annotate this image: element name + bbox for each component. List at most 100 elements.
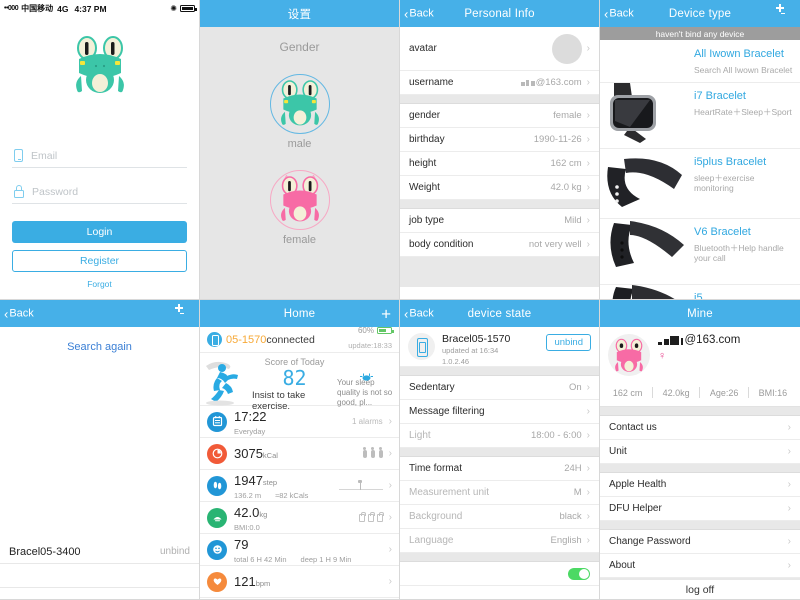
band-flat-icon [610, 220, 684, 267]
row-label: Background [409, 511, 463, 522]
login-form [12, 143, 187, 204]
panel-device-state: ‹ Back device state Bracel05-1570 update… [400, 300, 600, 600]
device-thumb [600, 148, 692, 218]
heart-icon [207, 571, 227, 592]
mine-profile-header[interactable]: @163.com ♀ [600, 327, 800, 380]
crab-icon [360, 368, 373, 381]
female-avatar-circle[interactable] [269, 170, 330, 230]
avatar[interactable] [551, 33, 582, 64]
row-value: 1990-11-26 [533, 134, 582, 145]
device-item-v6[interactable]: V6 Bracelet Bluetooth＋Help handle your c… [600, 218, 800, 285]
device-text: i7 Bracelet HeartRate＋Sleep＋Sport [692, 83, 800, 148]
found-device-row[interactable]: Bracel05-3400 unbind [0, 540, 199, 564]
unbind-label[interactable]: unbind [160, 546, 190, 557]
back-button[interactable]: ‹ Back [604, 7, 634, 20]
home-row-step[interactable]: 1947step 136.2 m ≈82 kCals › [200, 470, 399, 502]
row-background[interactable]: Background black › [400, 505, 599, 529]
row-username[interactable]: username @163.com › [400, 71, 599, 95]
device-item-all[interactable]: All Iwown Bracelet Search All Iwown Brac… [600, 40, 800, 83]
row-birthday[interactable]: birthday 1990-11-26 › [400, 128, 599, 152]
back-button[interactable]: ‹ Back [4, 307, 34, 320]
search-again-link[interactable]: Search again [0, 341, 199, 353]
scan-button[interactable] [175, 303, 192, 320]
device-thumb [600, 218, 692, 284]
chevron-right-icon: › [586, 486, 590, 498]
log-off-button[interactable]: log off [600, 580, 800, 599]
password-field-row[interactable] [12, 179, 187, 204]
home-row-calorie[interactable]: 3075kCal › [200, 438, 399, 470]
row-job-type[interactable]: job type Mild › [400, 209, 599, 233]
row-language[interactable]: Language English › [400, 529, 599, 553]
male-label: male [287, 138, 312, 150]
page-title: Mine [687, 307, 713, 320]
chevron-right-icon: › [586, 429, 590, 441]
chevron-left-icon: ‹ [404, 306, 409, 321]
home-row-sleep[interactable]: 79 total 6 H 42 Min deep 1 H 9 Min › [200, 534, 399, 566]
page-title: device state [467, 307, 532, 320]
chevron-right-icon: › [388, 512, 392, 523]
runner-icon [200, 356, 252, 406]
row-light[interactable]: Light 18:00 - 6:00 › [400, 424, 599, 448]
device-item-i7[interactable]: i7 Bracelet HeartRate＋Sleep＋Sport [600, 82, 800, 149]
gender-option-male[interactable]: male [269, 74, 330, 150]
battery-icon [377, 327, 394, 334]
mine-stats: 162 cm 42.0kg Age:26 BMI:16 [600, 380, 800, 407]
row-toggle-setting[interactable] [400, 562, 599, 586]
row-time-format[interactable]: Time format 24H › [400, 457, 599, 481]
username: @163.com [658, 334, 740, 346]
login-button[interactable]: Login [12, 221, 187, 243]
device-list: All Iwown Bracelet Search All Iwown Brac… [600, 40, 800, 299]
chevron-right-icon: › [586, 181, 590, 193]
row-message-filtering[interactable]: Message filtering › [400, 400, 599, 424]
back-button[interactable]: ‹ Back [404, 7, 434, 20]
row-measurement-unit[interactable]: Measurement unit M › [400, 481, 599, 505]
runner-figure-icon [206, 361, 238, 406]
row-dfu-helper[interactable]: DFU Helper › [600, 497, 800, 521]
step-calories: ≈82 kCals [275, 490, 309, 500]
panel-mine: Mine @163.com ♀ 162 cm 42.0kg Age:26 BMI… [600, 300, 800, 600]
back-label: Back [409, 7, 434, 20]
connection-bar[interactable]: 05-1570 connected 60% update:18:33 [200, 326, 399, 353]
row-contact-us[interactable]: Contact us › [600, 416, 800, 440]
home-row-heartrate[interactable]: 121bpm › [200, 566, 399, 598]
email-input[interactable] [31, 149, 185, 162]
password-input[interactable] [32, 185, 185, 198]
row-apple-health[interactable]: Apple Health › [600, 473, 800, 497]
device-item-i5[interactable]: i5 [600, 284, 800, 299]
row-sedentary[interactable]: Sedentary On › [400, 376, 599, 400]
stat-weight: 42.0kg [662, 387, 690, 398]
chevron-right-icon: › [586, 42, 590, 54]
row-gender[interactable]: gender female › [400, 104, 599, 128]
female-symbol-icon: ♀ [658, 350, 667, 362]
plus-icon[interactable]: + [381, 305, 391, 322]
phone-icon [14, 149, 23, 162]
home-row-weight[interactable]: 42.0kg BMI:0.0 › [200, 502, 399, 534]
row-avatar[interactable]: avatar › [400, 27, 599, 71]
chevron-right-icon: › [388, 448, 392, 459]
email-field-row[interactable] [12, 143, 187, 168]
row-about[interactable]: About › [600, 554, 800, 578]
unbind-button[interactable]: unbind [546, 334, 591, 351]
stat-divider [748, 387, 750, 398]
score-card[interactable]: Score of Today 82 Insist to take exercis… [200, 353, 399, 412]
row-unit[interactable]: Unit › [600, 440, 800, 464]
row-body-condition[interactable]: body condition not very well › [400, 233, 599, 257]
row-change-password[interactable]: Change Password › [600, 530, 800, 554]
device-item-i5plus[interactable]: i5plus Bracelet sleep＋exercise monitorin… [600, 148, 800, 219]
gender-body: Gender male female [200, 27, 399, 299]
gender-option-female[interactable]: female [269, 170, 330, 246]
row-value: 42.0 kg [550, 182, 582, 193]
found-device-name: Bracel05-3400 [9, 545, 81, 558]
forgot-link[interactable]: Forgot [12, 279, 187, 289]
register-button[interactable]: Register [12, 250, 187, 272]
device-type-navbar: ‹ Back Device type [600, 0, 800, 27]
scan-button[interactable] [776, 3, 793, 20]
sleep-total: total 6 H 42 Min [234, 554, 287, 564]
avatar[interactable] [608, 334, 650, 376]
back-button[interactable]: ‹ Back [404, 307, 434, 320]
home-navbar: Home + [200, 300, 399, 327]
toggle-switch[interactable] [568, 567, 590, 580]
row-weight[interactable]: Weight 42.0 kg › [400, 176, 599, 200]
male-avatar-circle[interactable] [269, 74, 330, 134]
row-height[interactable]: height 162 cm › [400, 152, 599, 176]
